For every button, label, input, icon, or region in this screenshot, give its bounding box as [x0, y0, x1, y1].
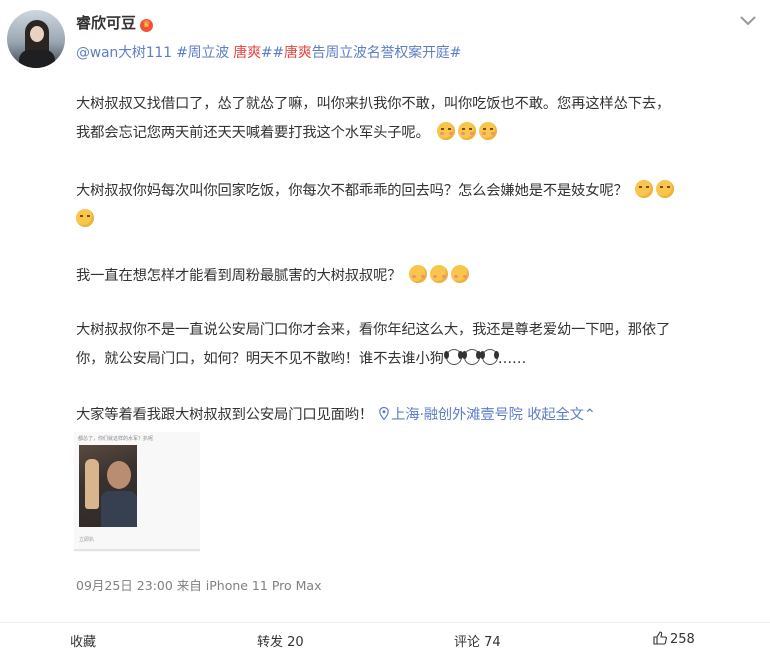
ellipsis: …… [497, 351, 527, 367]
username[interactable]: 睿欣可豆 ♛ [76, 12, 154, 33]
topic-link-2-open[interactable]: ## [261, 45, 284, 61]
paragraph-text: 我都会忘记您两天前还天天喊着要打我这个水军头子呢。 [76, 125, 430, 141]
emoji-icon [458, 122, 477, 140]
like-icon[interactable] [653, 631, 667, 645]
post-paragraph-1: 大树叔叔又找借口了，怂了就怂了嘛，叫你来扒我你不敢，叫你吃饭也不敢。您再这样怂下… [76, 90, 756, 148]
thumbnail-toolbar: 立即扒 [79, 537, 95, 543]
dog-emoji-icon [443, 349, 462, 365]
timestamp[interactable]: 09月25日 23:00 [76, 578, 173, 593]
mention-link[interactable]: @wan大树111 [76, 45, 172, 61]
emoji-icon [656, 180, 675, 198]
post-image-thumbnail[interactable]: 都怂了，你们就这样的水军？扒呢 立即扒 [74, 432, 200, 552]
emoji-icon [437, 122, 456, 140]
emoji-icon [76, 209, 94, 227]
paragraph-text: 你，就公安局门口，如何？明天不见不散哟！谁不去谁小狗 [76, 351, 444, 367]
topic-tags: @wan大树111 #周立波 唐爽##唐爽告周立波名誉权案开庭# [76, 42, 461, 62]
chevron-up-icon[interactable]: ⌃ [584, 407, 596, 423]
emoji-icon [450, 265, 469, 283]
post-paragraph-3: 我一直在想怎样才能看到周粉最腻害的大树叔叔呢？ [76, 262, 756, 291]
thumbnail-photo[interactable] [79, 445, 137, 527]
thumbnail-divider [74, 549, 200, 551]
paragraph-text: 我一直在想怎样才能看到周粉最腻害的大树叔叔呢？ [76, 268, 402, 284]
post-meta: 09月25日 23:00 来自 iPhone 11 Pro Max [76, 575, 321, 594]
topic-link-1[interactable]: #周立波 [176, 45, 229, 61]
location-link[interactable]: 上海·融创外滩壹号院 [391, 407, 523, 423]
collapse-link[interactable]: 收起全文⌃ [527, 407, 596, 423]
paragraph-text: 大树叔叔你妈每次叫你回家吃饭，你每次不都乖乖的回去吗？怎么会嫌她是不是妓女呢？ [76, 183, 628, 199]
topic-link-2[interactable]: 告周立波名誉权案开庭# [312, 45, 462, 61]
chevron-down-icon[interactable] [739, 14, 757, 28]
paragraph-text: 大树叔叔你不是一直说公安局门口你才会来，看你年纪这么大，我还是尊老爱幼一下吧，那… [76, 322, 671, 338]
location-icon [379, 407, 389, 420]
post-paragraph-2: 大树叔叔你妈每次叫你回家吃饭，你每次不都乖乖的回去吗？怎么会嫌她是不是妓女呢？ [76, 177, 756, 235]
emoji-icon [635, 180, 654, 198]
post-paragraph-5: 大家等着看我跟大树叔叔到公安局门口见面哟！ 上海·融创外滩壹号院 收起全文⌃ [76, 401, 756, 430]
topic-link-2-highlight[interactable]: 唐爽 [284, 45, 312, 61]
username-text[interactable]: 睿欣可豆 [76, 14, 136, 32]
emoji-icon [479, 122, 498, 140]
avatar[interactable] [7, 10, 65, 68]
collapse-label[interactable]: 收起全文 [527, 407, 584, 423]
thumbnail-caption: 都怂了，你们就这样的水军？扒呢 [78, 436, 154, 442]
action-bar: 收藏 转发 20 评论 74 258 [0, 622, 770, 650]
emoji-icon [408, 265, 427, 283]
favorite-button[interactable]: 收藏 [70, 631, 96, 650]
comment-button[interactable]: 评论 74 [454, 631, 501, 650]
source: 来自 iPhone 11 Pro Max [176, 578, 322, 593]
badge-icon: ♛ [140, 19, 154, 32]
topic-link-1-highlight[interactable]: 唐爽 [233, 45, 261, 61]
emoji-icon [429, 265, 448, 283]
post-paragraph-4: 大树叔叔你不是一直说公安局门口你才会来，看你年纪这么大，我还是尊老爱幼一下吧，那… [76, 316, 756, 374]
dog-emoji-icon [479, 349, 498, 365]
paragraph-text: 大树叔叔又找借口了，怂了就怂了嘛，叫你来扒我你不敢，叫你吃饭也不敢。您再这样怂下… [76, 96, 671, 112]
dog-emoji-icon [461, 349, 480, 365]
repost-button[interactable]: 转发 20 [257, 631, 304, 650]
paragraph-text: 大家等着看我跟大树叔叔到公安局门口见面哟！ [76, 407, 374, 423]
